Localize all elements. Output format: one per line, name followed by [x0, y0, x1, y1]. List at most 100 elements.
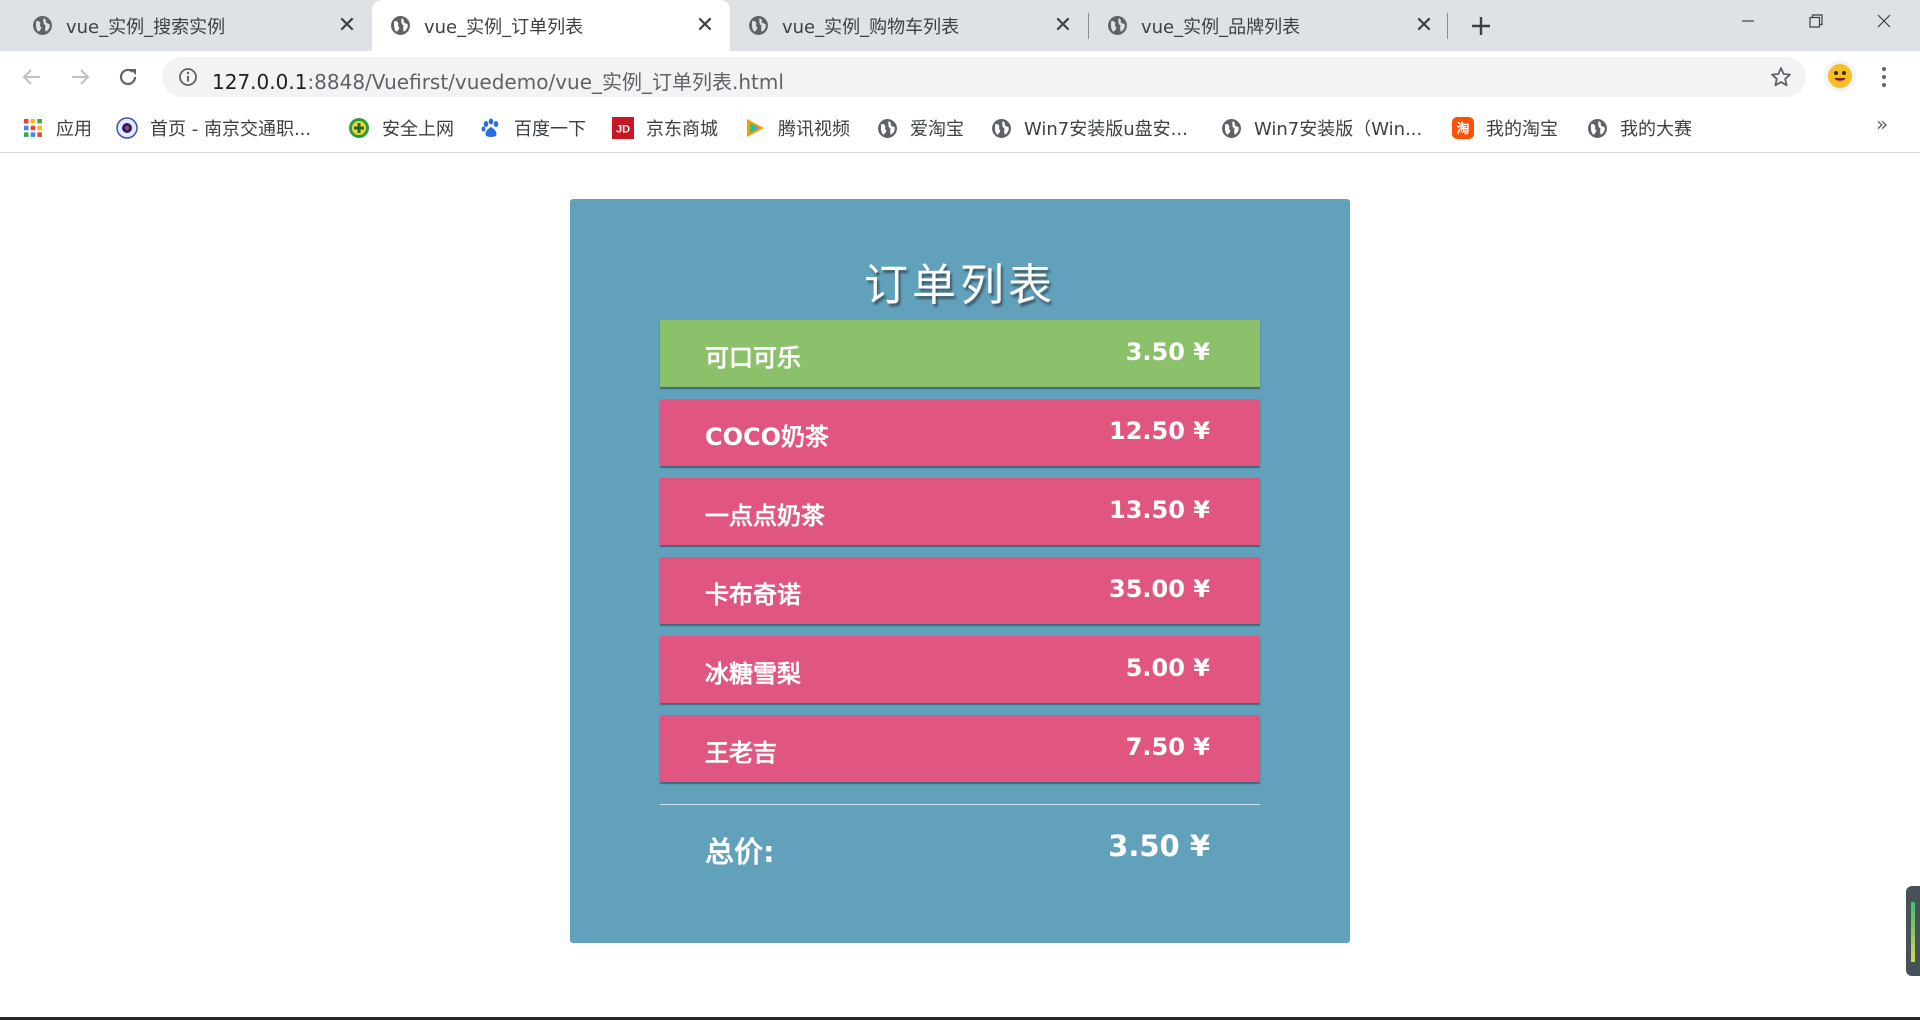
- order-list-panel: 订单列表 可口可乐 3.50 ¥ COCO奶茶 12.50 ¥ 一点点奶茶 13…: [570, 199, 1350, 943]
- order-item-name: 冰糖雪梨: [705, 660, 801, 688]
- tab-cart-list[interactable]: vue_实例_购物车列表 ✕: [730, 0, 1088, 51]
- bookmarks-bar: 应用 首页 - 南京交通职... 安全上网 百度一下 JD 京东商城 腾讯视频: [0, 103, 1920, 153]
- url-path: :8848/Vuefirst/vuedemo/vue_实例_订单列表.html: [307, 70, 784, 94]
- profile-avatar[interactable]: [1824, 60, 1856, 92]
- back-button[interactable]: [18, 63, 46, 91]
- apps-grid-icon: [22, 117, 44, 139]
- tab-title: vue_实例_搜索实例: [66, 16, 226, 38]
- globe-icon: [749, 16, 768, 35]
- order-item-price: 12.50 ¥: [1109, 417, 1210, 445]
- tab-order-list[interactable]: vue_实例_订单列表 ✕: [372, 0, 730, 51]
- bookmark-tencent-video[interactable]: 腾讯视频: [744, 115, 850, 141]
- bookmark-jd[interactable]: JD 京东商城: [612, 115, 718, 141]
- url-host: 127.0.0.1: [212, 70, 308, 94]
- tab-strip: vue_实例_搜索实例 ✕ vue_实例_订单列表 ✕ vue_实例_购物车列表…: [0, 0, 1920, 51]
- bookmark-my-contest[interactable]: 我的大赛: [1586, 115, 1692, 141]
- forward-button[interactable]: [66, 63, 94, 91]
- total-label: 总价:: [705, 835, 775, 869]
- taobao-icon: 淘: [1452, 117, 1474, 139]
- order-item-name: 可口可乐: [705, 344, 801, 372]
- more-menu-button[interactable]: [1872, 63, 1896, 91]
- close-icon[interactable]: ✕: [334, 12, 360, 38]
- order-item-name: 一点点奶茶: [705, 502, 825, 530]
- svg-text:淘: 淘: [1456, 121, 1469, 137]
- bookmark-school[interactable]: 首页 - 南京交通职...: [116, 115, 311, 141]
- bookmark-label: 我的大赛: [1620, 119, 1692, 140]
- tab-title: vue_实例_订单列表: [424, 16, 584, 38]
- order-item[interactable]: 卡布奇诺 35.00 ¥: [660, 557, 1260, 624]
- bookmark-label: 百度一下: [514, 119, 586, 140]
- globe-icon: [1108, 16, 1127, 35]
- order-list: 可口可乐 3.50 ¥ COCO奶茶 12.50 ¥ 一点点奶茶 13.50 ¥…: [660, 320, 1260, 794]
- order-item[interactable]: COCO奶茶 12.50 ¥: [660, 399, 1260, 466]
- order-item-name: 王老吉: [705, 739, 777, 767]
- bookmark-label: 安全上网: [382, 119, 454, 140]
- bookmark-label: 首页 - 南京交通职...: [150, 119, 312, 140]
- tab-title: vue_实例_购物车列表: [782, 16, 960, 38]
- bookmark-win7-install[interactable]: Win7安装版（Win...: [1220, 115, 1422, 141]
- order-item-price: 35.00 ¥: [1109, 575, 1210, 603]
- globe-icon: [1220, 117, 1242, 139]
- svg-text:JD: JD: [616, 124, 630, 136]
- globe-icon: [876, 117, 898, 139]
- close-icon[interactable]: ✕: [1411, 12, 1437, 38]
- bookmark-my-taobao[interactable]: 淘 我的淘宝: [1452, 115, 1558, 141]
- bookmark-label: 京东商城: [646, 119, 718, 140]
- bookmark-label: Win7安装版u盘安...: [1024, 119, 1188, 140]
- jd-icon: JD: [612, 117, 634, 139]
- minimize-button[interactable]: [1716, 0, 1780, 42]
- restore-button[interactable]: [1784, 0, 1848, 42]
- page-content: 订单列表 可口可乐 3.50 ¥ COCO奶茶 12.50 ¥ 一点点奶茶 13…: [0, 154, 1920, 1020]
- tab-title: vue_实例_品牌列表: [1141, 16, 1301, 38]
- total-value: 3.50 ¥: [1108, 829, 1210, 863]
- info-icon[interactable]: [178, 67, 198, 87]
- bookmark-win7-usb[interactable]: Win7安装版u盘安...: [990, 115, 1188, 141]
- tab-brand-list[interactable]: vue_实例_品牌列表 ✕: [1089, 0, 1447, 51]
- bookmark-label: 应用: [56, 119, 92, 140]
- order-item[interactable]: 可口可乐 3.50 ¥: [660, 320, 1260, 387]
- browser-toolbar: 127.0.0.1:8848/Vuefirst/vuedemo/vue_实例_订…: [0, 51, 1920, 103]
- order-item-price: 7.50 ¥: [1125, 733, 1210, 761]
- back-arrow-icon: [22, 69, 40, 85]
- bookmark-apps[interactable]: 应用: [22, 115, 92, 141]
- side-floating-widget[interactable]: [1906, 886, 1920, 976]
- new-tab-button[interactable]: [1466, 11, 1496, 41]
- tab-separator: [1447, 13, 1448, 39]
- order-item-name: COCO奶茶: [705, 423, 830, 451]
- order-item[interactable]: 王老吉 7.50 ¥: [660, 715, 1260, 782]
- bookmark-label: Win7安装版（Win...: [1254, 119, 1423, 140]
- tab-search-example[interactable]: vue_实例_搜索实例 ✕: [0, 0, 362, 51]
- order-item[interactable]: 一点点奶茶 13.50 ¥: [660, 478, 1260, 545]
- restore-icon: [1809, 14, 1823, 28]
- reload-icon: [119, 68, 137, 86]
- bookmark-ai-taobao[interactable]: 爱淘宝: [876, 115, 964, 141]
- plus-icon: [1472, 17, 1490, 35]
- forward-arrow-icon: [72, 69, 90, 85]
- close-icon[interactable]: ✕: [1050, 12, 1076, 38]
- reload-button[interactable]: [114, 63, 142, 91]
- shield-plus-icon: [348, 117, 370, 139]
- total-divider: [660, 804, 1260, 805]
- page-title: 订单列表: [864, 260, 1056, 311]
- play-icon: [744, 117, 766, 139]
- close-window-button[interactable]: [1852, 0, 1916, 42]
- order-item-price: 3.50 ¥: [1125, 338, 1210, 366]
- baidu-paw-icon: [480, 117, 502, 139]
- close-icon[interactable]: ✕: [692, 12, 718, 38]
- bookmark-baidu[interactable]: 百度一下: [480, 115, 586, 141]
- bookmark-label: 我的淘宝: [1486, 119, 1558, 140]
- bookmarks-overflow-button[interactable]: »: [1876, 112, 1888, 136]
- minimize-icon: [1742, 20, 1754, 22]
- url-text[interactable]: 127.0.0.1:8848/Vuefirst/vuedemo/vue_实例_订…: [212, 66, 784, 95]
- bookmark-star-icon[interactable]: [1770, 66, 1792, 88]
- order-item[interactable]: 冰糖雪梨 5.00 ¥: [660, 636, 1260, 703]
- order-item-price: 13.50 ¥: [1109, 496, 1210, 524]
- address-bar[interactable]: 127.0.0.1:8848/Vuefirst/vuedemo/vue_实例_订…: [162, 57, 1806, 97]
- globe-icon: [391, 16, 410, 35]
- globe-icon: [990, 117, 1012, 139]
- bookmark-label: 爱淘宝: [910, 119, 964, 140]
- bookmark-safe-browsing[interactable]: 安全上网: [348, 115, 454, 141]
- order-item-price: 5.00 ¥: [1125, 654, 1210, 682]
- emoji-avatar-icon: [1828, 64, 1852, 88]
- globe-icon: [33, 16, 52, 35]
